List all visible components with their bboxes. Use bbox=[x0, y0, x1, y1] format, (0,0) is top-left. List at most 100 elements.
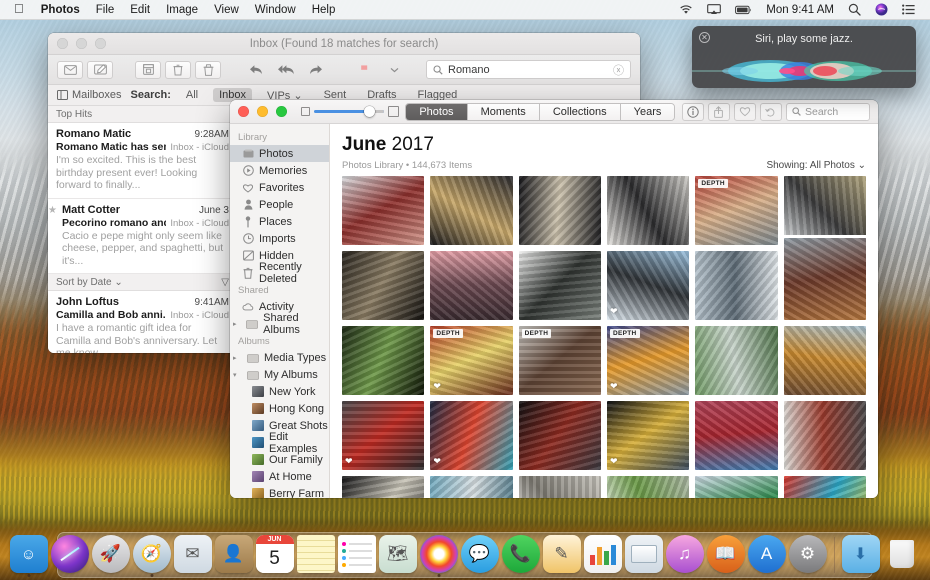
compose-icon[interactable] bbox=[87, 61, 113, 79]
photo-thumbnail[interactable]: ❤ bbox=[430, 401, 512, 470]
photo-thumbnail[interactable] bbox=[695, 326, 777, 395]
sidebar-item-shared-albums[interactable]: ▸ Shared Albums bbox=[230, 315, 329, 332]
photo-thumbnail[interactable] bbox=[695, 401, 777, 470]
photo-thumbnail[interactable] bbox=[342, 251, 424, 320]
photo-thumbnail[interactable] bbox=[430, 476, 512, 498]
battery-icon[interactable] bbox=[728, 0, 759, 20]
dock-item-appstore[interactable]: A bbox=[748, 535, 786, 573]
sidebar-album-our-family[interactable]: Our Family bbox=[230, 451, 329, 468]
control-center-icon[interactable] bbox=[895, 0, 922, 20]
photos-window[interactable]: Photos Moments Collections Years Search bbox=[230, 100, 878, 498]
photo-thumbnail[interactable] bbox=[695, 476, 777, 498]
sidebar-album-hong-kong[interactable]: Hong Kong bbox=[230, 400, 329, 417]
sidebar-item-recently-deleted[interactable]: Recently Deleted bbox=[230, 264, 329, 281]
showing-filter-button[interactable]: Showing: All Photos ⌄ bbox=[766, 160, 866, 171]
menu-item-window[interactable]: Window bbox=[247, 0, 304, 20]
tab-photos[interactable]: Photos bbox=[406, 104, 467, 121]
photos-search-field[interactable]: Search bbox=[786, 103, 870, 121]
sidebar-item-memories[interactable]: Memories bbox=[230, 162, 329, 179]
my-albums-list[interactable]: New YorkHong KongGreat ShotsEdit Example… bbox=[230, 383, 329, 498]
photos-close-button[interactable] bbox=[238, 106, 249, 117]
photo-thumbnail[interactable] bbox=[695, 251, 777, 320]
menu-item-view[interactable]: View bbox=[206, 0, 247, 20]
dock-item-ibooks[interactable]: 📖 bbox=[707, 535, 745, 573]
photos-content-area[interactable]: June 2017 Photos Library • 144,673 Items… bbox=[330, 124, 878, 498]
sidebar-item-places[interactable]: Places bbox=[230, 213, 329, 230]
archive-icon[interactable] bbox=[135, 61, 161, 79]
scope-all[interactable]: All bbox=[180, 88, 204, 102]
sidebar-album-new-york[interactable]: New York bbox=[230, 383, 329, 400]
sidebar-item-favorites[interactable]: Favorites bbox=[230, 179, 329, 196]
dock-item-calendar[interactable]: JUN5 bbox=[256, 535, 294, 573]
sidebar-album-berry-farm[interactable]: Berry Farm bbox=[230, 485, 329, 498]
menu-bar-clock[interactable]: Mon 9:41 AM bbox=[759, 4, 841, 16]
table-row[interactable]: Romano Matic9:28AM Romano Matic has sent… bbox=[48, 123, 237, 199]
photo-thumbnail[interactable] bbox=[784, 326, 866, 395]
small-thumbnails-icon[interactable] bbox=[301, 107, 310, 116]
menu-item-image[interactable]: Image bbox=[158, 0, 206, 20]
menu-item-file[interactable]: File bbox=[88, 0, 123, 20]
tab-moments[interactable]: Moments bbox=[468, 104, 540, 121]
get-mail-icon[interactable] bbox=[57, 61, 83, 79]
zoom-slider-knob[interactable] bbox=[364, 106, 375, 117]
mail-search-clear-icon[interactable]: ⓧ bbox=[613, 62, 624, 78]
dock-item-safari[interactable]: 🧭 bbox=[133, 535, 171, 573]
dock-item-finder[interactable]: ☺ bbox=[10, 535, 48, 573]
table-row[interactable]: ★ Matt CotterJune 3 Pecorino romano and.… bbox=[48, 199, 237, 275]
dock-item-notes[interactable] bbox=[297, 535, 335, 573]
photos-sidebar[interactable]: Library Photos Memories Favorites People… bbox=[230, 124, 330, 498]
thumbnail-zoom-slider[interactable] bbox=[301, 106, 399, 117]
mail-message-list[interactable]: Top Hits Romano Matic9:28AM Romano Matic… bbox=[48, 106, 238, 353]
photo-thumbnail[interactable] bbox=[784, 238, 866, 320]
flag-menu-chevron-down-icon[interactable] bbox=[381, 61, 407, 79]
dock-item-reminders[interactable] bbox=[338, 535, 376, 573]
flag-icon[interactable] bbox=[351, 61, 377, 79]
photo-thumbnail[interactable] bbox=[519, 251, 601, 320]
sidebar-album-edit-examples[interactable]: Edit Examples bbox=[230, 434, 329, 451]
menu-item-app[interactable]: Photos bbox=[33, 0, 88, 20]
dock-item-mail[interactable]: ✉ bbox=[174, 535, 212, 573]
favorite-heart-icon[interactable] bbox=[734, 103, 756, 121]
photo-grid[interactable]: DEPTH❤DEPTH❤DEPTHDEPTH❤❤❤❤ bbox=[330, 176, 878, 498]
photo-thumbnail[interactable] bbox=[342, 326, 424, 395]
reply-icon[interactable] bbox=[243, 61, 269, 79]
tab-years[interactable]: Years bbox=[621, 104, 675, 121]
view-mode-segmented-control[interactable]: Photos Moments Collections Years bbox=[405, 103, 675, 121]
mailboxes-toggle-button[interactable]: Mailboxes bbox=[57, 89, 122, 101]
photo-thumbnail[interactable]: DEPTH❤ bbox=[607, 326, 689, 395]
dock-item-downloads[interactable]: ⬇ bbox=[842, 535, 880, 573]
delete-icon[interactable] bbox=[165, 61, 191, 79]
table-row[interactable]: John Loftus9:41AM Camilla and Bob anni..… bbox=[48, 291, 237, 353]
dock-item-itunes[interactable]: ♫ bbox=[666, 535, 704, 573]
close-icon[interactable]: ✕ bbox=[699, 32, 710, 43]
zoom-slider-track[interactable] bbox=[314, 110, 384, 113]
sidebar-item-photos[interactable]: Photos bbox=[230, 145, 329, 162]
photo-thumbnail[interactable] bbox=[519, 401, 601, 470]
sidebar-item-people[interactable]: People bbox=[230, 196, 329, 213]
apple-menu-icon[interactable]:  bbox=[8, 0, 33, 20]
siri-icon[interactable] bbox=[868, 0, 895, 20]
chevron-right-icon[interactable]: ▸ bbox=[233, 354, 240, 362]
dock-item-photos[interactable] bbox=[420, 535, 458, 573]
photo-thumbnail[interactable] bbox=[519, 176, 601, 245]
info-icon[interactable] bbox=[682, 103, 704, 121]
photo-thumbnail[interactable] bbox=[342, 476, 424, 498]
photo-thumbnail[interactable]: ❤ bbox=[607, 401, 689, 470]
photo-thumbnail[interactable] bbox=[430, 176, 512, 245]
mail-search-field[interactable]: Romano ⓧ bbox=[426, 60, 631, 79]
spotlight-search-icon[interactable] bbox=[841, 0, 868, 20]
reply-all-icon[interactable] bbox=[273, 61, 299, 79]
junk-icon[interactable] bbox=[195, 61, 221, 79]
dock-item-pages[interactable]: ✎ bbox=[543, 535, 581, 573]
mail-section-header-sort-by-date[interactable]: Sort by Date ⌄ ▽ bbox=[48, 274, 237, 291]
wifi-icon[interactable] bbox=[672, 0, 700, 20]
photo-thumbnail[interactable] bbox=[342, 176, 424, 245]
photo-thumbnail[interactable] bbox=[784, 476, 866, 498]
dock[interactable]: ☺🚀🧭✉👤JUN5🗺💬📞✎♫📖A⚙⬇ bbox=[57, 532, 873, 578]
large-thumbnails-icon[interactable] bbox=[388, 106, 399, 117]
rotate-icon[interactable] bbox=[760, 103, 782, 121]
airplay-icon[interactable] bbox=[700, 0, 728, 20]
forward-icon[interactable] bbox=[303, 61, 329, 79]
photos-traffic-lights[interactable] bbox=[238, 106, 287, 117]
sidebar-album-at-home[interactable]: At Home bbox=[230, 468, 329, 485]
